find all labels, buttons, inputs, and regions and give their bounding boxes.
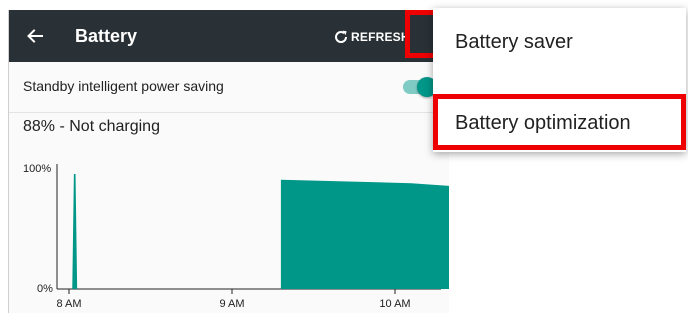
arrow-back-icon [27, 29, 43, 43]
y-tick-label-100: 100% [23, 163, 51, 175]
x-tick-label: 8 AM [56, 298, 81, 310]
standby-power-saving-toggle[interactable] [403, 77, 437, 97]
battery-level-area-1 [72, 174, 78, 289]
refresh-label: REFRESH [351, 30, 410, 44]
standby-power-saving-row[interactable]: Standby intelligent power saving [9, 62, 449, 113]
battery-screen: Battery REFRESH Standby intelligent powe… [8, 10, 449, 313]
x-tick-label: 9 AM [219, 298, 244, 310]
app-bar: Battery REFRESH [9, 10, 449, 62]
battery-history-chart: 100% 0% 8 AM 9 AM 10 AM [23, 163, 449, 310]
battery-level-area-2 [280, 179, 449, 289]
menu-item-battery-saver[interactable]: Battery saver [433, 8, 686, 76]
back-button[interactable] [19, 20, 51, 52]
battery-status-text: 88% - Not charging [23, 118, 160, 135]
page-title: Battery [75, 26, 138, 46]
standby-power-saving-label: Standby intelligent power saving [23, 78, 224, 94]
refresh-icon [335, 30, 348, 43]
refresh-button[interactable]: REFRESH [333, 26, 410, 48]
x-tick-label: 10 AM [379, 298, 410, 310]
y-tick-label-0: 0% [37, 283, 53, 295]
menu-item-battery-optimization[interactable]: Battery optimization [433, 94, 686, 150]
overflow-menu: Battery saver Battery optimization [433, 8, 686, 152]
